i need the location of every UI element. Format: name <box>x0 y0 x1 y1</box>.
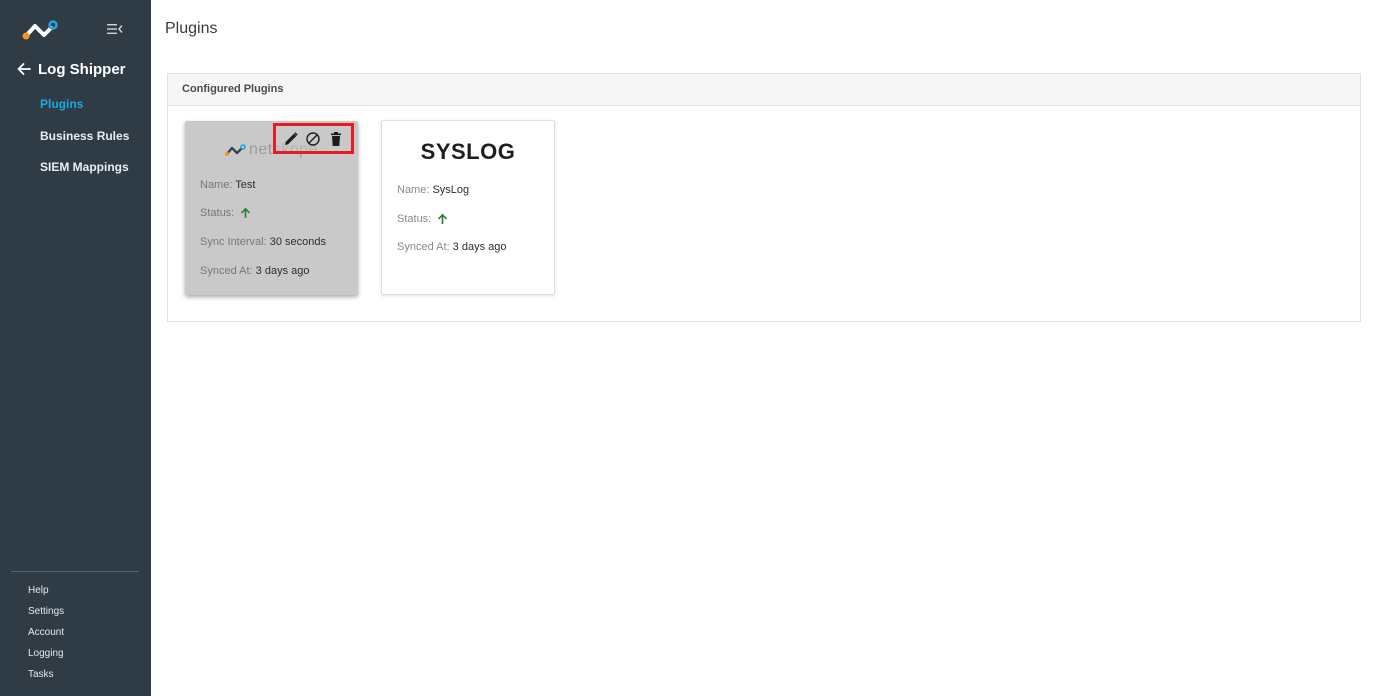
interval-label: Sync Interval: <box>200 236 267 248</box>
plugin-synced-row: Synced At: 3 days ago <box>397 241 506 253</box>
sidebar-item-plugins[interactable]: Plugins <box>40 96 129 128</box>
arrow-up-icon <box>241 207 251 219</box>
disable-icon[interactable] <box>305 131 321 147</box>
sidebar: Log Shipper Plugins Business Rules SIEM … <box>0 0 151 696</box>
plugin-card-test[interactable]: netskope Name: Test Status: Sync Interva… <box>185 121 358 295</box>
synced-label: Synced At: <box>200 265 253 277</box>
plugin-status-row: Status: <box>200 207 251 219</box>
syslog-logo-title: SYSLOG <box>420 139 516 164</box>
delete-icon[interactable] <box>328 131 344 147</box>
edit-icon[interactable] <box>283 131 299 147</box>
panel-header: Configured Plugins <box>168 74 1360 106</box>
netskope-logo-icon <box>225 144 246 156</box>
plugin-interval-row: Sync Interval: 30 seconds <box>200 236 326 248</box>
back-button[interactable]: Log Shipper <box>16 58 126 80</box>
arrow-up-icon <box>438 213 448 225</box>
name-label: Name: <box>397 184 430 196</box>
collapse-menu-icon[interactable] <box>107 22 123 36</box>
plugin-name-row: Name: SysLog <box>397 184 469 196</box>
logging-link[interactable]: Logging <box>28 647 64 668</box>
settings-link[interactable]: Settings <box>28 605 64 626</box>
synced-value: 3 days ago <box>255 265 310 277</box>
arrow-left-icon <box>17 63 31 75</box>
status-label: Status: <box>397 213 432 225</box>
name-label: Name: <box>200 179 233 191</box>
page-title: Plugins <box>165 20 218 37</box>
sidebar-item-business-rules[interactable]: Business Rules <box>40 128 129 160</box>
sidebar-divider <box>11 571 139 572</box>
synced-value: 3 days ago <box>452 241 507 253</box>
synced-label: Synced At: <box>397 241 450 253</box>
name-value: Test <box>235 179 256 191</box>
card-actions-highlight <box>273 123 354 154</box>
plugin-status-row: Status: <box>397 213 448 225</box>
name-value: SysLog <box>432 184 470 196</box>
plugin-synced-row: Synced At: 3 days ago <box>200 265 309 277</box>
help-link[interactable]: Help <box>28 584 64 605</box>
status-label: Status: <box>200 207 235 219</box>
interval-value: 30 seconds <box>269 236 326 248</box>
configured-plugins-panel: Configured Plugins netskope Name: Test <box>167 73 1361 322</box>
plugin-card-syslog[interactable]: SYSLOG Name: SysLog Status: Synced At: 3… <box>381 120 555 295</box>
sidebar-bottom-links: Help Settings Account Logging Tasks <box>28 584 64 689</box>
plugin-name-row: Name: Test <box>200 179 255 191</box>
tasks-link[interactable]: Tasks <box>28 668 64 689</box>
sidebar-item-siem-mappings[interactable]: SIEM Mappings <box>40 159 129 191</box>
netskope-logo-icon[interactable] <box>22 18 60 42</box>
account-link[interactable]: Account <box>28 626 64 647</box>
section-title: Log Shipper <box>38 60 126 78</box>
sidebar-nav: Plugins Business Rules SIEM Mappings <box>40 96 129 191</box>
